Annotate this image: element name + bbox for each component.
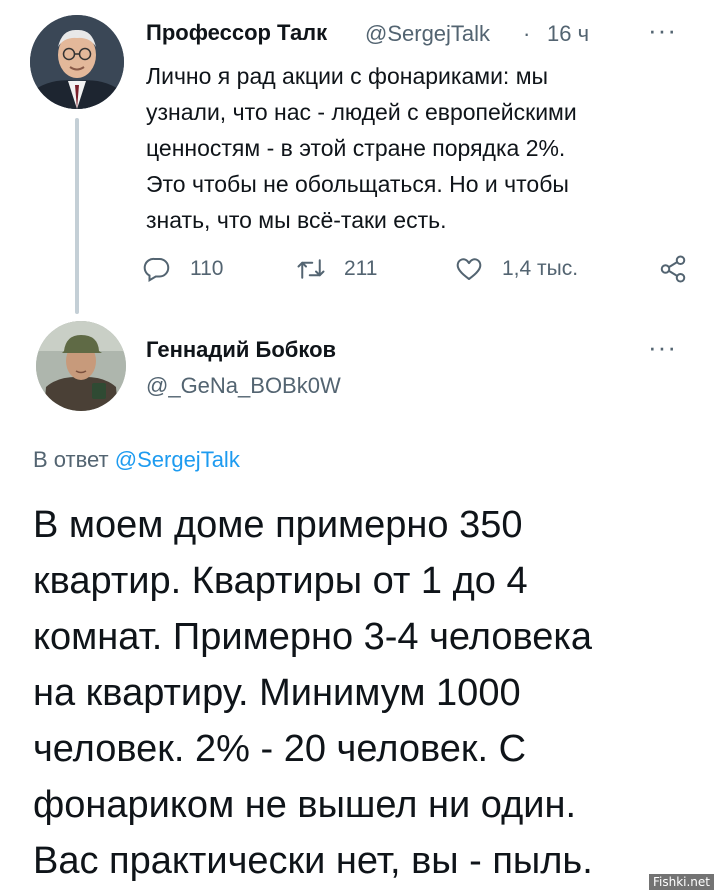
tweet-text: В моем доме примерно 350 квартир. Кварти…	[33, 504, 593, 882]
share-icon	[660, 255, 686, 283]
separator-dot: ·	[523, 21, 531, 46]
tweet-text: Лично я рад акции с фонариками: мы узнал…	[146, 63, 577, 233]
like-button[interactable]: 1,4 тыс.	[454, 252, 578, 286]
retweet-count: 211	[344, 257, 378, 280]
more-options-icon[interactable]: ···	[648, 334, 677, 360]
retweet-button[interactable]: 211	[296, 252, 377, 286]
reply-to-prefix: В ответ	[33, 447, 109, 472]
heart-icon	[456, 258, 482, 280]
reply-to-line: В ответ @SergejTalk	[33, 447, 240, 473]
timestamp[interactable]: 16 ч	[547, 21, 589, 47]
thread-line	[75, 118, 79, 314]
avatar-professor-talk[interactable]	[30, 15, 124, 109]
author-handle[interactable]: @_GeNa_BOBk0W	[146, 373, 341, 399]
author-name[interactable]: Профессор Талк	[146, 20, 327, 46]
reply-button[interactable]: 110	[142, 252, 223, 286]
retweet-icon	[297, 259, 325, 279]
reply-to-mention[interactable]: @SergejTalk	[115, 447, 240, 472]
reply-icon	[143, 257, 170, 283]
reply-count: 110	[190, 257, 224, 280]
avatar-gennadiy-bobkov[interactable]	[36, 321, 126, 411]
like-count: 1,4 тыс.	[502, 257, 579, 280]
author-handle[interactable]: @SergejTalk	[365, 21, 490, 47]
watermark: Fishki.net	[648, 874, 714, 890]
author-name[interactable]: Геннадий Бобков	[146, 337, 336, 363]
share-button[interactable]	[658, 252, 688, 286]
more-options-icon[interactable]: ···	[648, 17, 677, 43]
